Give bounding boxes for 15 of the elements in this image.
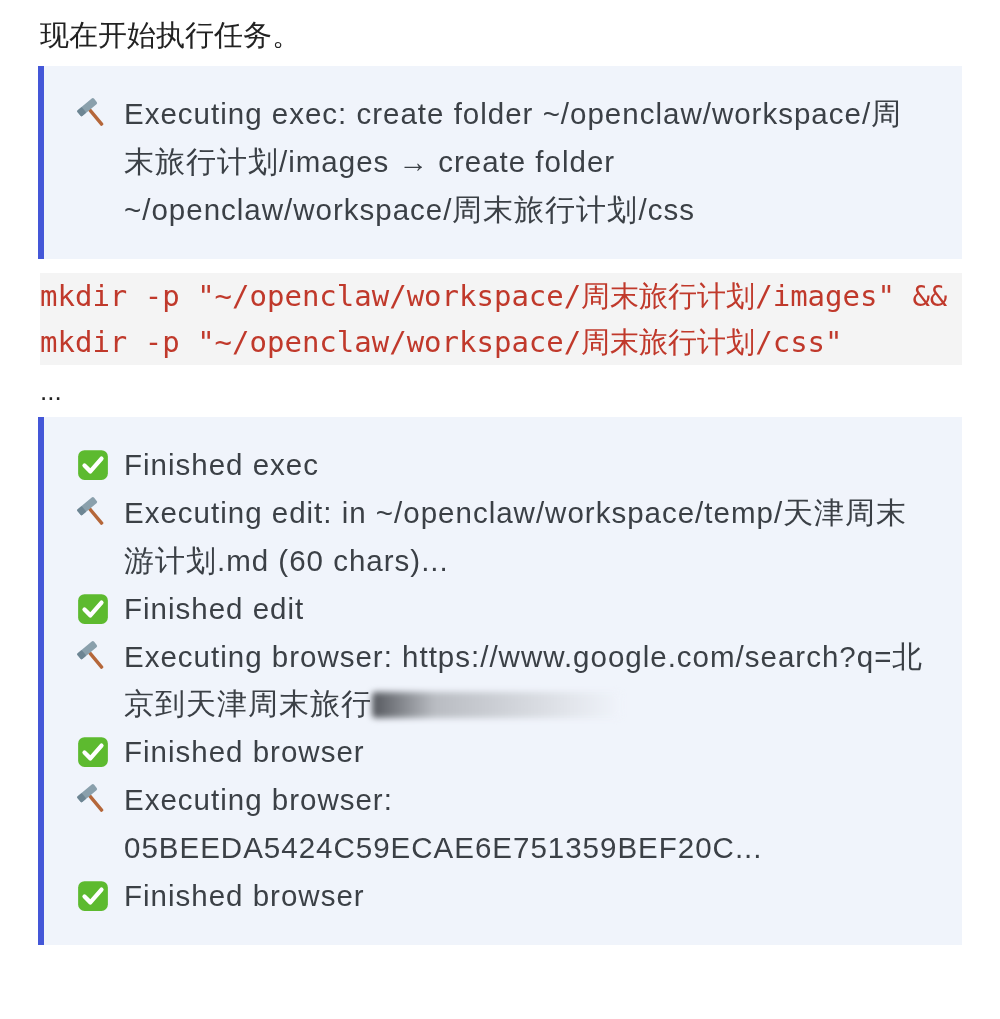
- log-line: Finished browser: [124, 734, 365, 771]
- intro-text: 现在开始执行任务。: [40, 18, 302, 53]
- log-line: Finished exec: [124, 447, 319, 484]
- log-line: Executing edit: in ~/openclaw/workspace/temp/天津周末游计划.md (60 chars)...: [124, 495, 909, 579]
- check-icon: [76, 591, 110, 626]
- log-line: Executing browser: 05BEEDA5424C59ECAE6E751359BEF20C...: [124, 781, 764, 866]
- check-icon: [76, 448, 110, 483]
- ellipsis-text: ...: [40, 375, 63, 409]
- check-icon: [76, 735, 110, 770]
- check-icon: [76, 878, 110, 913]
- log-line: Finished browser: [124, 877, 365, 914]
- log-line: Executing exec: create folder ~/openclaw/workspace/周末旅行计划/images → create folder ~/openclaw/workspace/周末旅行计划/css: [124, 96, 904, 228]
- log-line: Executing browser: https://www.google.com/search?q=北京到天津周末旅行: [124, 639, 924, 721]
- code-snippet: mkdir -p "~/openclaw/workspace/周末旅行计划/images" && mkdir -p "~/openclaw/workspace/周末旅行计划/css": [40, 273, 962, 366]
- log-line: Finished edit: [124, 590, 305, 627]
